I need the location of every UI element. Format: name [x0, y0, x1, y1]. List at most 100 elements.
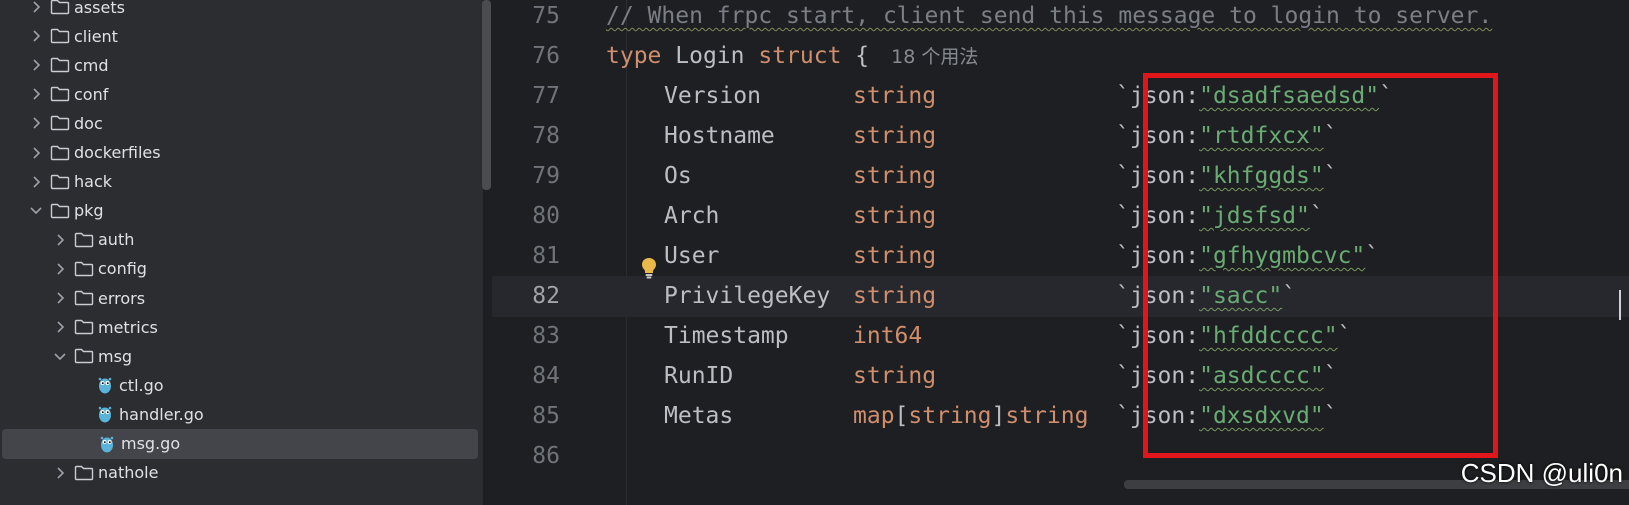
- open-brace: {: [841, 43, 870, 69]
- folder-icon: [74, 232, 94, 248]
- go-file-icon: [98, 405, 112, 423]
- tree-item-label: nathole: [98, 463, 159, 483]
- struct-field-name: Hostname: [664, 123, 775, 149]
- tree-item-client[interactable]: client: [0, 21, 478, 51]
- tree-item-label: hack: [74, 172, 113, 192]
- chevron-right-icon[interactable]: [54, 465, 66, 481]
- tree-item-conf[interactable]: conf: [0, 79, 478, 109]
- chevron-right-icon[interactable]: [30, 86, 42, 102]
- tree-item-msg[interactable]: msg: [0, 341, 478, 371]
- type-part: ]string: [991, 403, 1089, 429]
- folder-icon: [50, 86, 70, 102]
- tree-item-cmd[interactable]: cmd: [0, 50, 478, 80]
- code-comment: // When frpc start, client send this mes…: [606, 3, 1493, 29]
- tree-item-metrics[interactable]: metrics: [0, 312, 478, 342]
- chevron-right-icon[interactable]: [54, 319, 66, 335]
- tree-item-errors[interactable]: errors: [0, 283, 478, 313]
- code-line[interactable]: 76 type Login struct {18 个用法: [492, 36, 1629, 77]
- folder-icon: [74, 465, 94, 481]
- go-file-icon: [100, 435, 114, 453]
- struct-field-name: Timestamp: [664, 323, 789, 349]
- code-line[interactable]: 75 // When frpc start, client send this m…: [492, 0, 1629, 37]
- chevron-down-icon[interactable]: [30, 203, 42, 219]
- red-highlight-box: [1143, 73, 1498, 458]
- chevron-right-icon[interactable]: [30, 28, 42, 44]
- tree-item-label: conf: [74, 84, 109, 104]
- chevron-right-icon[interactable]: [54, 290, 66, 306]
- struct-field-name: Metas: [664, 403, 734, 429]
- chevron-right-icon[interactable]: [54, 232, 66, 248]
- lightbulb-icon[interactable]: [640, 257, 658, 279]
- line-number: 81: [532, 243, 560, 269]
- line-number: 82: [532, 283, 560, 309]
- tree-item-config[interactable]: config: [0, 254, 478, 284]
- folder-icon: [50, 203, 70, 219]
- sidebar-scrollbar[interactable]: [482, 0, 491, 190]
- tree-item-label: errors: [98, 288, 146, 308]
- line-number: 76: [532, 43, 560, 69]
- struct-field-name: Version: [664, 83, 761, 109]
- chevron-right-icon[interactable]: [30, 174, 42, 190]
- type-part: string: [908, 403, 992, 429]
- tree-item-label: handler.go: [119, 404, 204, 424]
- folder-icon: [74, 348, 94, 364]
- tree-item-nathole[interactable]: nathole: [0, 458, 478, 488]
- tree-item-assets[interactable]: assets: [0, 0, 478, 22]
- struct-declaration: type Login struct {18 个用法: [606, 36, 978, 78]
- tree-item-dockerfiles[interactable]: dockerfiles: [0, 138, 478, 168]
- struct-field-name: Arch: [664, 203, 720, 229]
- line-number: 86: [532, 443, 560, 469]
- field-type: string: [853, 283, 937, 309]
- folder-icon: [74, 261, 94, 277]
- keyword-struct: struct: [758, 43, 842, 69]
- chevron-right-icon[interactable]: [30, 145, 42, 161]
- chevron-right-icon[interactable]: [30, 57, 42, 73]
- folder-icon: [50, 174, 70, 190]
- struct-field-name: PrivilegeKey: [664, 283, 831, 309]
- go-file-icon: [98, 376, 112, 394]
- line-number: 84: [532, 363, 560, 389]
- tree-item-hack[interactable]: hack: [0, 167, 478, 197]
- project-tree: assets client cmd conf doc dockerfiles hack pkg…: [0, 0, 483, 505]
- line-number: 75: [532, 3, 560, 29]
- line-number: 83: [532, 323, 560, 349]
- field-type: string: [853, 163, 937, 189]
- field-type: int64: [853, 323, 923, 349]
- usages-inlay-hint[interactable]: 18 个用法: [891, 46, 978, 68]
- tree-item-label: doc: [74, 113, 103, 133]
- tree-item-doc[interactable]: doc: [0, 108, 478, 138]
- tree-item-label: dockerfiles: [74, 143, 161, 162]
- tree-item-label: config: [98, 259, 147, 279]
- keyword-type: type: [606, 43, 662, 69]
- field-type: string: [853, 83, 937, 109]
- line-number: 85: [532, 403, 560, 429]
- tree-item-ctl-go[interactable]: ctl.go: [0, 370, 478, 400]
- chevron-right-icon[interactable]: [30, 0, 42, 15]
- struct-field-name: Os: [664, 163, 692, 189]
- line-number: 78: [532, 123, 560, 149]
- line-number: 79: [532, 163, 560, 189]
- type-part: map[: [853, 403, 909, 429]
- tree-item-auth[interactable]: auth: [0, 225, 478, 255]
- field-type: string: [853, 363, 937, 389]
- tree-item-label: auth: [98, 230, 135, 250]
- chevron-right-icon[interactable]: [30, 115, 42, 131]
- folder-icon: [74, 319, 94, 335]
- tree-item-label: msg.go: [121, 434, 181, 453]
- line-number: 80: [532, 203, 560, 229]
- chevron-down-icon[interactable]: [54, 348, 66, 364]
- line-number: 77: [532, 83, 560, 109]
- tree-item-label: metrics: [98, 317, 158, 337]
- struct-field-name: RunID: [664, 363, 734, 389]
- tree-item-handler-go[interactable]: handler.go: [0, 399, 478, 429]
- tree-item-label: cmd: [74, 55, 109, 75]
- tree-item-pkg[interactable]: pkg: [0, 196, 478, 226]
- tree-item-msg-go[interactable]: msg.go: [2, 428, 478, 459]
- tree-item-label: pkg: [74, 201, 104, 221]
- field-type: map[string]string: [853, 396, 1088, 437]
- chevron-right-icon[interactable]: [54, 261, 66, 277]
- field-type: string: [853, 123, 937, 149]
- folder-icon: [50, 28, 70, 44]
- tree-item-label: client: [74, 26, 118, 46]
- folder-icon: [50, 0, 70, 15]
